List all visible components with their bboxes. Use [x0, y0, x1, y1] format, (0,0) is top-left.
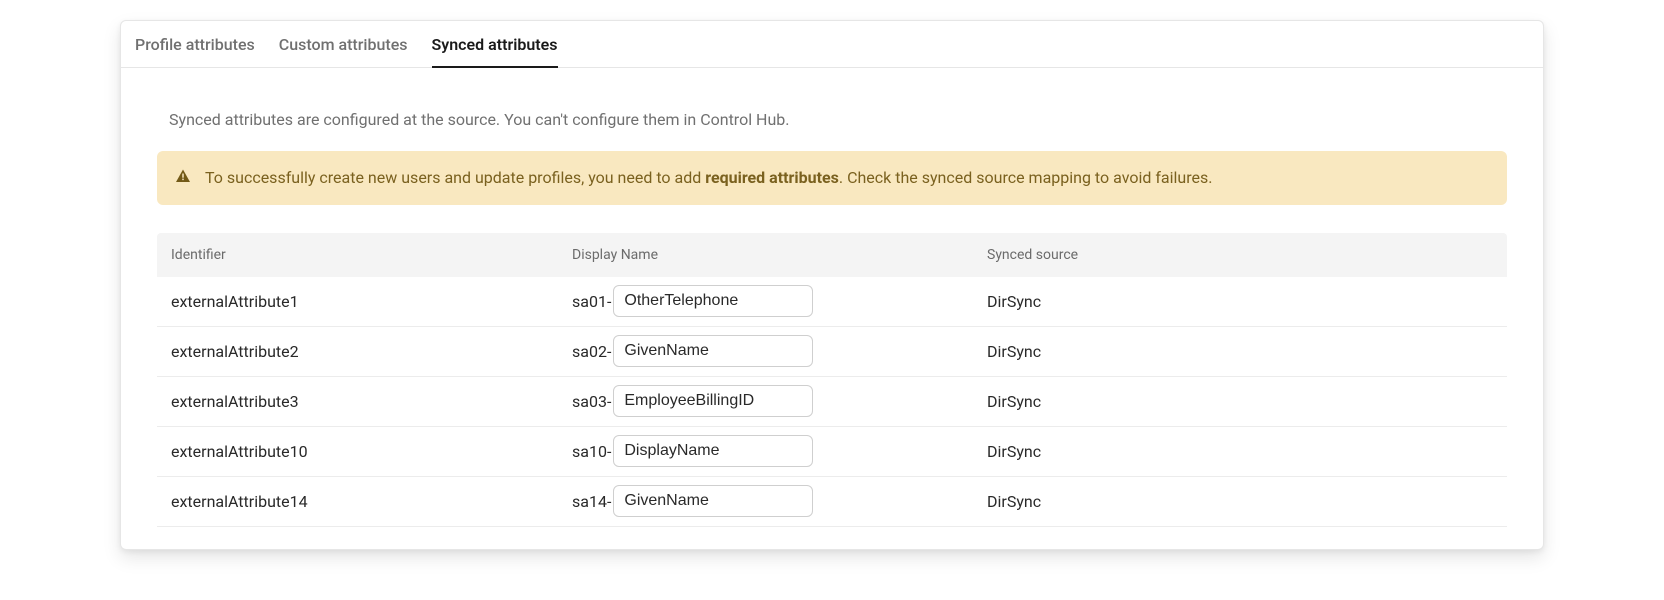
tab-synced-attributes[interactable]: Synced attributes — [432, 21, 558, 68]
cell-display-name: sa10- — [572, 435, 987, 467]
display-name-prefix: sa10- — [572, 442, 611, 461]
cell-identifier: externalAttribute3 — [157, 392, 572, 411]
table-row: externalAttribute10sa10- DirSync — [157, 427, 1507, 477]
warning-text-strong: required attributes — [705, 168, 839, 187]
cell-display-name: sa03- — [572, 385, 987, 417]
tab-custom-attributes[interactable]: Custom attributes — [279, 21, 408, 67]
cell-identifier: externalAttribute10 — [157, 442, 572, 461]
col-display-name: Display Name — [572, 247, 987, 263]
table-row: externalAttribute1sa01- DirSync — [157, 277, 1507, 327]
tab-content: Synced attributes are configured at the … — [133, 86, 1531, 537]
warning-text: To successfully create new users and upd… — [205, 167, 1212, 189]
display-name-input[interactable] — [613, 335, 813, 367]
display-name-prefix: sa01- — [572, 292, 611, 311]
cell-display-name: sa02- — [572, 335, 987, 367]
display-name-prefix: sa14- — [572, 492, 611, 511]
col-identifier: Identifier — [157, 247, 572, 263]
cell-synced-source: DirSync — [987, 292, 1507, 311]
warning-icon — [175, 168, 191, 188]
cell-display-name: sa01- — [572, 285, 987, 317]
display-name-input[interactable] — [613, 385, 813, 417]
table-row: externalAttribute2sa02- DirSync — [157, 327, 1507, 377]
table-row: externalAttribute14sa14- DirSync — [157, 477, 1507, 527]
attributes-card: Profile attributes Custom attributes Syn… — [120, 20, 1544, 550]
cell-synced-source: DirSync — [987, 442, 1507, 461]
cell-identifier: externalAttribute14 — [157, 492, 572, 511]
cell-identifier: externalAttribute2 — [157, 342, 572, 361]
col-synced-source: Synced source — [987, 247, 1507, 263]
cell-synced-source: DirSync — [987, 492, 1507, 511]
display-name-prefix: sa03- — [572, 392, 611, 411]
display-name-input[interactable] — [613, 435, 813, 467]
cell-synced-source: DirSync — [987, 392, 1507, 411]
tabs-bar: Profile attributes Custom attributes Syn… — [121, 21, 1543, 68]
cell-display-name: sa14- — [572, 485, 987, 517]
display-name-input[interactable] — [613, 485, 813, 517]
table-header: Identifier Display Name Synced source — [157, 233, 1507, 277]
required-attributes-warning: To successfully create new users and upd… — [157, 151, 1507, 205]
table-body: externalAttribute1sa01-DirSyncexternalAt… — [157, 277, 1507, 527]
display-name-prefix: sa02- — [572, 342, 611, 361]
intro-text: Synced attributes are configured at the … — [169, 110, 1507, 129]
cell-identifier: externalAttribute1 — [157, 292, 572, 311]
warning-text-after: . Check the synced source mapping to avo… — [839, 168, 1213, 187]
warning-text-before: To successfully create new users and upd… — [205, 168, 705, 187]
tab-profile-attributes[interactable]: Profile attributes — [135, 21, 255, 67]
attributes-table: Identifier Display Name Synced source ex… — [157, 233, 1507, 527]
table-row: externalAttribute3sa03- DirSync — [157, 377, 1507, 427]
cell-synced-source: DirSync — [987, 342, 1507, 361]
display-name-input[interactable] — [613, 285, 813, 317]
